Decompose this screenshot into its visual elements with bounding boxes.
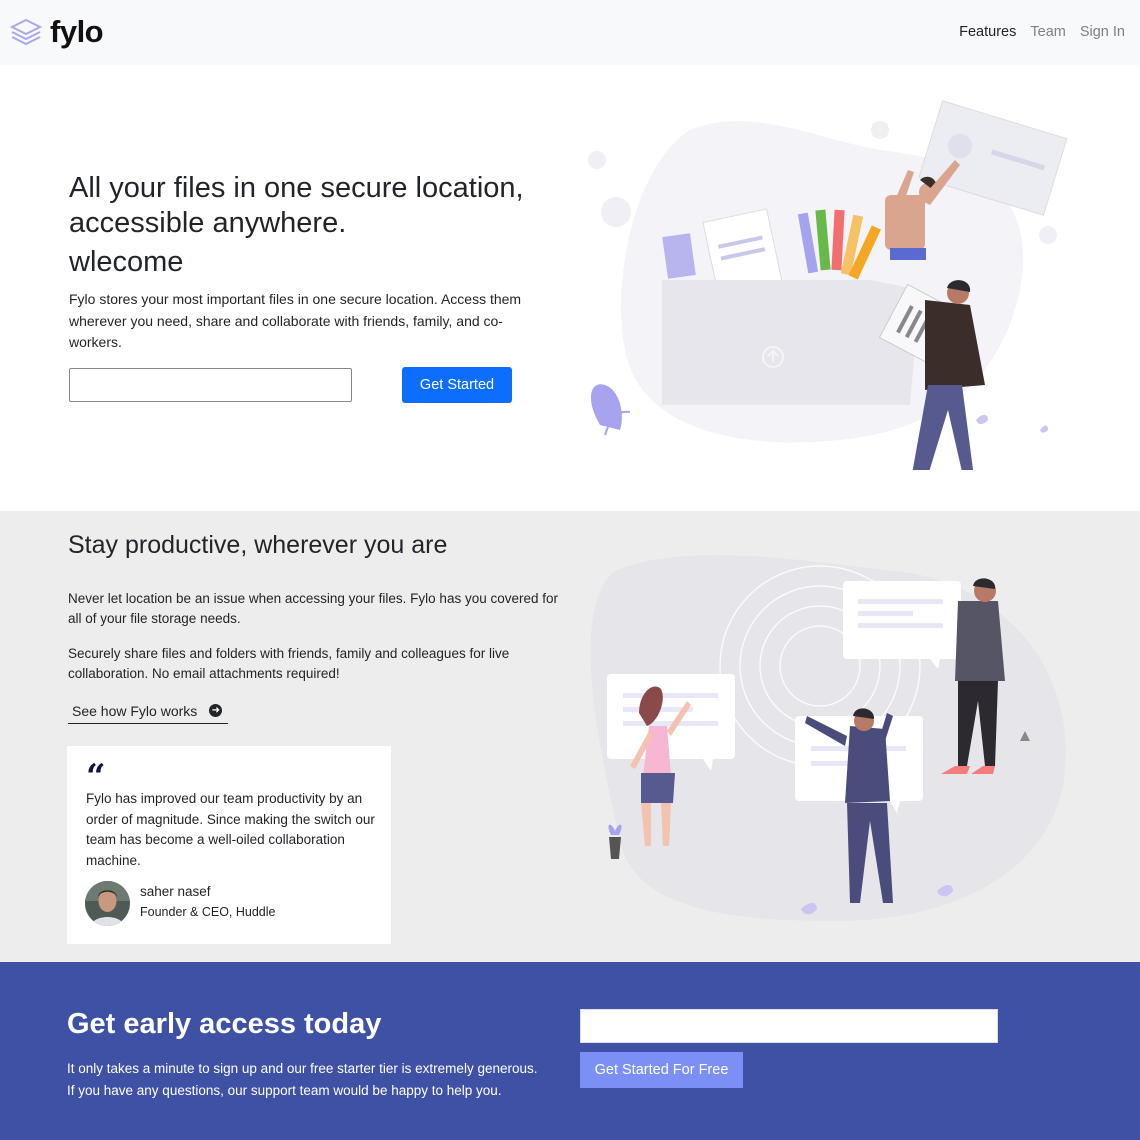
hero-illustration [588,100,1068,470]
early-access-email-input[interactable] [580,1009,998,1043]
early-access-heading: Get early access today [67,1008,382,1040]
testimonial-name: saher nasef [140,884,211,899]
hero-heading: All your files in one secure location, a… [69,172,524,239]
testimonial-card: “ Fylo has improved our team productivit… [67,746,391,944]
navbar: fylo Features Team Sign In [0,0,1140,65]
brand-name: fylo [50,14,104,49]
nav-link-team[interactable]: Team [1030,24,1065,40]
early-access-section: Get early access today It only takes a m… [0,962,1140,1140]
productive-paragraph-1: Never let location be an issue when acce… [68,591,559,626]
productive-heading: Stay productive, wherever you are [68,531,448,559]
productive-illustration [590,555,1066,921]
welcome-text: wlecome [69,246,184,278]
productive-section: Stay productive, wherever you are Never … [0,511,1140,962]
hero-description: Fylo stores your most important files in… [69,291,522,350]
early-access-text: It only takes a minute to sign up and ou… [67,1061,538,1098]
productive-paragraph-2: Securely share files and folders with fr… [68,646,510,681]
nav-links: Features Team Sign In [959,24,1125,40]
avatar [85,881,130,926]
arrow-right-circle-icon: ➜ [209,704,223,717]
nav-link-sign-in[interactable]: Sign In [1080,24,1125,40]
nav-link-features[interactable]: Features [959,24,1016,40]
hero-email-input[interactable] [69,368,352,402]
testimonial-text: Fylo has improved our team productivity … [86,791,375,868]
layers-logo-icon [10,18,42,46]
get-started-button[interactable]: Get Started [402,367,512,403]
testimonial-role: Founder & CEO, Huddle [140,905,276,919]
get-started-free-button[interactable]: Get Started For Free [580,1052,743,1088]
hero-section: All your files in one secure location, a… [0,65,1140,511]
brand-logo[interactable]: fylo [10,14,104,50]
see-how-label: See how Fylo works [72,702,198,719]
see-how-link[interactable]: See how Fylo works ➜ [68,698,228,724]
